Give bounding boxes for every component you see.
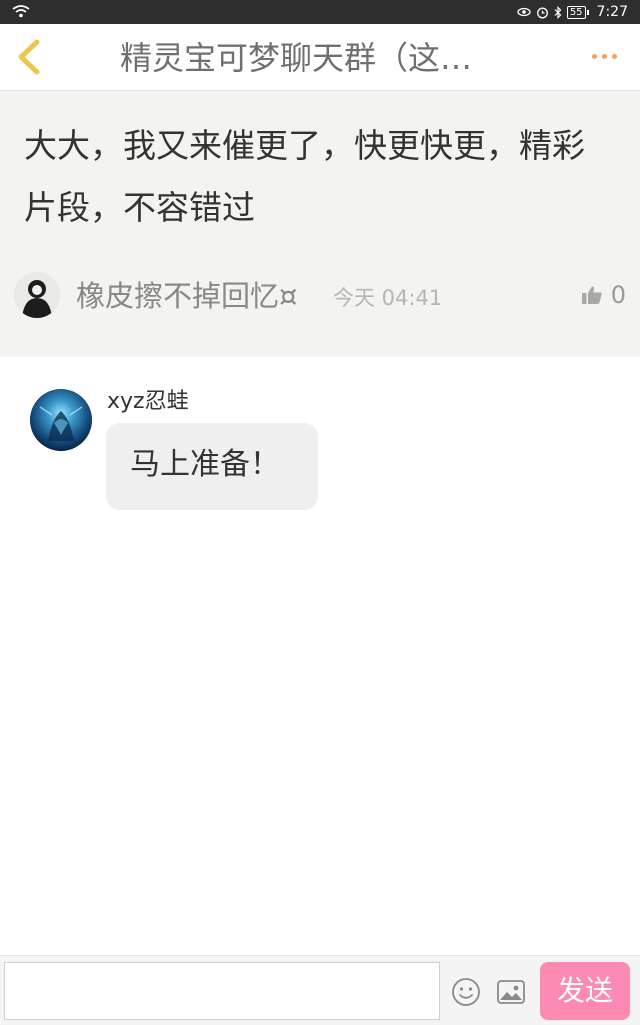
- like-count: 0: [610, 281, 626, 309]
- more-dots-icon[interactable]: [592, 54, 622, 64]
- alarm-icon: [536, 7, 548, 18]
- message-text: 马上准备！: [130, 447, 280, 482]
- wifi-icon: [12, 5, 30, 18]
- status-bar: 55 7:27: [0, 0, 640, 24]
- message-bubble[interactable]: 马上准备！: [106, 423, 318, 510]
- chat-header: 精灵宝可梦聊天群（这…: [0, 24, 640, 91]
- bluetooth-icon: [554, 5, 562, 19]
- status-time: 7:27: [596, 4, 628, 20]
- message-input[interactable]: [4, 962, 440, 1020]
- topic-author[interactable]: 橡皮擦不掉回忆¤: [76, 277, 297, 315]
- avatar-image: [30, 389, 92, 451]
- sender-name: xyz忍蛙: [107, 389, 189, 414]
- thumbs-up-icon: [581, 286, 602, 304]
- page-title: 精灵宝可梦聊天群（这…: [120, 39, 473, 77]
- battery-icon: 55: [566, 5, 589, 19]
- send-button[interactable]: 发送: [540, 962, 630, 1020]
- emoji-icon[interactable]: [451, 977, 481, 1007]
- topic-text: 大大，我又来催更了，快更快更，精彩片段，不容错过: [24, 126, 585, 227]
- sender-avatar[interactable]: [30, 389, 92, 451]
- input-bar: 发送: [0, 955, 640, 1025]
- status-icons: 55 7:27: [517, 2, 628, 22]
- chevron-left-icon[interactable]: [12, 38, 46, 76]
- topic-panel: 大大，我又来催更了，快更快更，精彩片段，不容错过 橡皮擦不掉回忆¤ 今天 04:…: [0, 91, 640, 357]
- avatar-image: [14, 272, 60, 318]
- image-icon[interactable]: [496, 978, 526, 1006]
- like-button[interactable]: 0: [581, 281, 626, 309]
- topic-time: 今天 04:41: [333, 286, 443, 310]
- author-avatar[interactable]: [14, 272, 60, 318]
- eye-icon: [517, 7, 531, 17]
